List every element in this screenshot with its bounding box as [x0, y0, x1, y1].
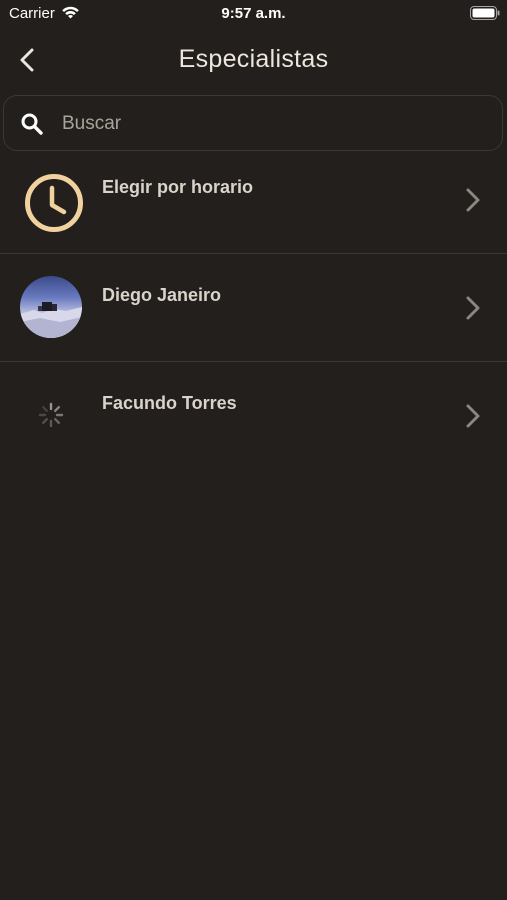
list-item-choose-by-schedule[interactable]: Elegir por horario	[0, 146, 507, 254]
avatar	[20, 276, 82, 338]
search-bar[interactable]	[3, 95, 503, 151]
list-item-label: Diego Janeiro	[102, 285, 222, 305]
list-item-label: Facundo Torres	[102, 393, 237, 413]
list-item-diego-janeiro[interactable]: Diego Janeiro	[0, 254, 507, 362]
navigation-bar: Especialistas	[0, 28, 507, 92]
list-item-label: Elegir por horario	[102, 177, 254, 197]
chevron-right-icon	[466, 404, 480, 428]
specialists-list: Elegir por horario Diego Janeiro Facundo…	[0, 146, 507, 469]
clock-icon	[25, 174, 83, 232]
status-bar: Carrier 9:57 a.m.	[0, 0, 507, 28]
status-time: 9:57 a.m.	[221, 5, 286, 22]
page-title: Especialistas	[178, 45, 329, 73]
chevron-right-icon	[466, 188, 480, 212]
search-input[interactable]	[60, 104, 484, 144]
loading-spinner-icon	[38, 402, 64, 428]
battery-icon	[470, 6, 500, 20]
search-icon	[21, 113, 43, 135]
avatar-photo	[20, 302, 82, 338]
list-item-facundo-torres[interactable]: Facundo Torres	[0, 362, 507, 469]
chevron-right-icon	[466, 296, 480, 320]
